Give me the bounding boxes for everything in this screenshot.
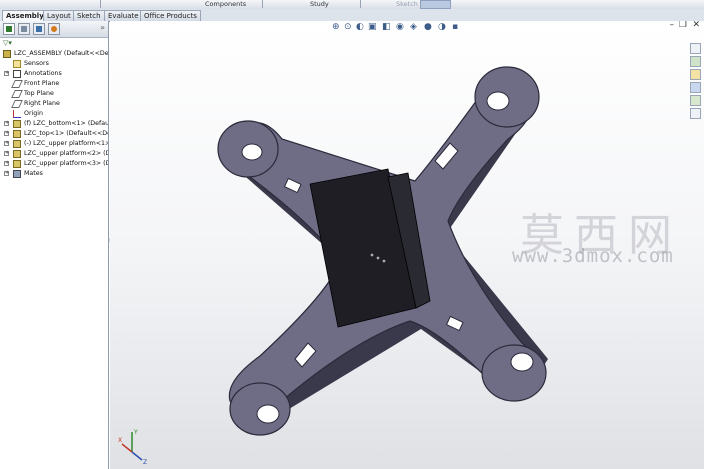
tree-icon: [6, 26, 12, 32]
ribbon-separator: [100, 0, 101, 8]
expand-icon[interactable]: +: [4, 161, 9, 166]
expand-icon[interactable]: +: [4, 151, 9, 156]
property-manager-tab[interactable]: [18, 23, 30, 35]
expand-icon[interactable]: +: [4, 131, 9, 136]
tab-sketch[interactable]: Sketch: [73, 10, 105, 21]
graphics-viewport[interactable]: ⊕ ⊙ ◐ ▣ ◧ ◉ ◈ ● ◑ ▪ – ❐ ✕ 莫西网 www.3dmox.…: [110, 21, 704, 469]
configuration-icon: [36, 26, 42, 32]
watermark-url: www.3dmox.com: [512, 245, 674, 267]
tab-office-products[interactable]: Office Products: [140, 10, 201, 21]
tree-item-upper-platform-3[interactable]: + LZC_upper platform<3> (Defau: [0, 159, 108, 169]
mates-icon: [13, 170, 21, 178]
plane-icon: [11, 80, 23, 88]
triad-z-label: Z: [143, 459, 147, 466]
filter-icon[interactable]: ▽▾: [3, 39, 12, 47]
appearance-manager-tab[interactable]: [48, 23, 60, 35]
tree-item-annotations[interactable]: + Annotations: [0, 69, 108, 79]
expand-icon[interactable]: +: [4, 71, 9, 76]
components-group-label[interactable]: Components: [205, 0, 246, 8]
part-icon: [13, 150, 21, 158]
panel-toolbar: »: [0, 21, 108, 38]
plane-icon: [11, 100, 23, 108]
part-icon: [13, 160, 21, 168]
appearance-icon: [51, 26, 57, 32]
tree-item-sensors[interactable]: Sensors: [0, 59, 108, 69]
expand-icon[interactable]: +: [4, 171, 9, 176]
part-icon: [13, 120, 21, 128]
tab-evaluate[interactable]: Evaluate: [104, 10, 143, 21]
filter-row[interactable]: ▽▾: [0, 38, 108, 48]
reference-triad: Y X Z: [118, 429, 147, 466]
tree-item-origin[interactable]: Origin: [0, 109, 108, 119]
tree-item-mates[interactable]: + Mates: [0, 169, 108, 179]
sensor-icon: [13, 60, 21, 68]
chevron-right-icon[interactable]: »: [100, 23, 105, 32]
part-icon: [13, 130, 21, 138]
tree-item-right-plane[interactable]: Right Plane: [0, 99, 108, 109]
triad-x-label: X: [118, 437, 122, 444]
part-icon: [13, 140, 21, 148]
triad-z-axis: [131, 451, 143, 461]
ribbon-separator: [262, 0, 263, 8]
tree-item-front-plane[interactable]: Front Plane: [0, 79, 108, 89]
ribbon-highlight-button[interactable]: [420, 0, 451, 9]
annotation-icon: [13, 70, 21, 78]
study-group-label[interactable]: Study: [310, 0, 329, 8]
expand-icon[interactable]: +: [4, 121, 9, 126]
tree-item-top-plane[interactable]: Top Plane: [0, 89, 108, 99]
tree-item-lzc-top[interactable]: + LZC_top<1> (Default<<Default: [0, 129, 108, 139]
tree-root[interactable]: LZC_ASSEMBLY (Default<<Default: [0, 49, 108, 59]
property-icon: [21, 26, 27, 32]
tab-layout[interactable]: Layout: [43, 10, 75, 21]
tree-item-upper-platform-2[interactable]: + LZC_upper platform<2> (Defau: [0, 149, 108, 159]
feature-manager-panel: » ▽▾ LZC_ASSEMBLY (Default<<Default Sens…: [0, 21, 109, 469]
feature-manager-tab[interactable]: [3, 23, 15, 35]
origin-icon: [13, 110, 21, 118]
configuration-manager-tab[interactable]: [33, 23, 45, 35]
plane-icon: [11, 90, 23, 98]
sketch-group-label[interactable]: Sketch: [396, 0, 418, 8]
expand-icon[interactable]: +: [4, 141, 9, 146]
triad-y-label: Y: [133, 429, 138, 436]
tree-item-lzc-bottom[interactable]: + (f) LZC_bottom<1> (Default<<: [0, 119, 108, 129]
tree-item-upper-platform-1[interactable]: + (-) LZC_upper platform<1> (De: [0, 139, 108, 149]
assembly-icon: [3, 50, 11, 58]
triad-x-axis: [121, 443, 133, 453]
ribbon-separator: [360, 0, 361, 8]
